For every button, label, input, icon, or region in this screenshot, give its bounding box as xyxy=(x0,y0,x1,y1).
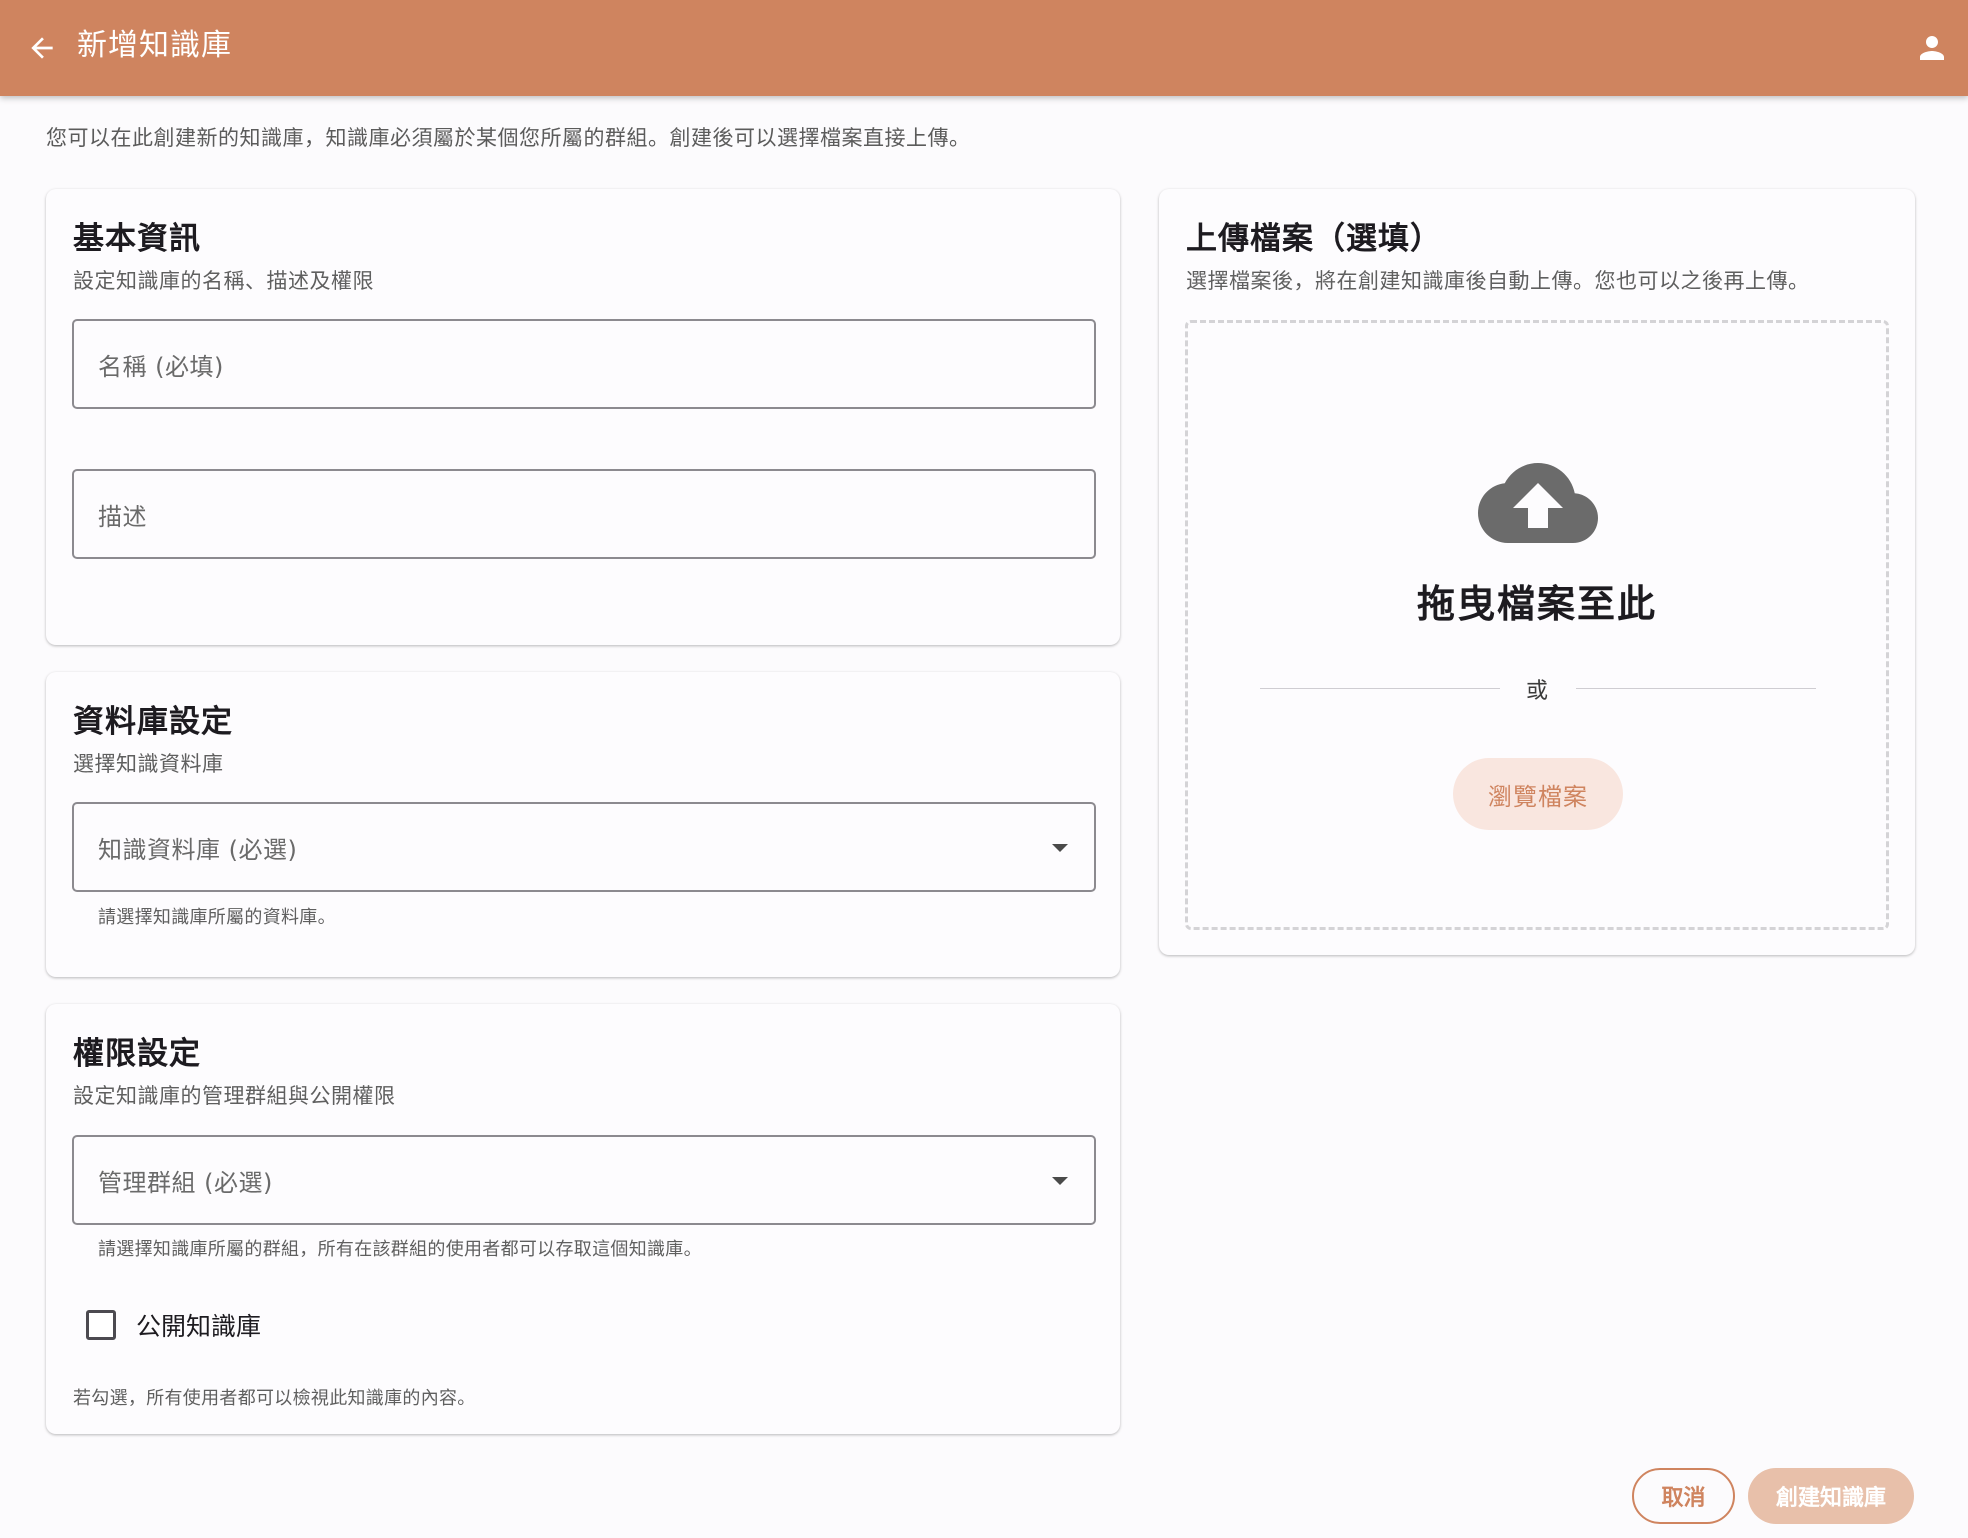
dropdown-arrow-icon xyxy=(1052,844,1068,852)
upload-subtitle: 選擇檔案後，將在創建知識庫後自動上傳。您也可以之後再上傳。 xyxy=(1186,269,1810,293)
manage-group-select-label: 管理群組 (必選) xyxy=(98,1169,273,1197)
name-input-placeholder: 名稱 (必填) xyxy=(98,353,224,381)
knowledge-database-helper: 請選擇知識庫所屬的資料庫。 xyxy=(98,907,336,928)
upload-card: 上傳檔案（選填） 選擇檔案後，將在創建知識庫後自動上傳。您也可以之後再上傳。 拖… xyxy=(1159,189,1915,955)
public-knowledge-helper: 若勾選，所有使用者都可以檢視此知識庫的內容。 xyxy=(73,1388,476,1409)
cloud-upload-icon xyxy=(1478,463,1598,543)
name-input[interactable]: 名稱 (必填) xyxy=(72,319,1096,409)
person-icon xyxy=(1920,36,1944,60)
manage-group-helper: 請選擇知識庫所屬的群組，所有在該群組的使用者都可以存取這個知識庫。 xyxy=(98,1239,702,1260)
cancel-button[interactable]: 取消 xyxy=(1632,1468,1735,1524)
file-dropzone[interactable]: 拖曳檔案至此 或 瀏覽檔案 xyxy=(1185,320,1889,930)
basic-info-card: 基本資訊 設定知識庫的名稱、描述及權限 名稱 (必填) 描述 xyxy=(46,189,1120,645)
public-knowledge-checkbox-label: 公開知識庫 xyxy=(136,1312,262,1341)
upload-title: 上傳檔案（選填） xyxy=(1186,221,1442,257)
knowledge-database-select-label: 知識資料庫 (必選) xyxy=(98,836,298,864)
database-settings-title: 資料庫設定 xyxy=(73,704,233,740)
create-knowledge-base-button[interactable]: 創建知識庫 xyxy=(1748,1468,1914,1524)
arrow-back-icon xyxy=(31,37,53,59)
knowledge-database-select[interactable]: 知識資料庫 (必選) xyxy=(72,802,1096,892)
divider-right xyxy=(1576,688,1816,689)
database-settings-card: 資料庫設定 選擇知識資料庫 知識資料庫 (必選) 請選擇知識庫所屬的資料庫。 xyxy=(46,672,1120,977)
description-input[interactable]: 描述 xyxy=(72,469,1096,559)
back-button[interactable] xyxy=(18,24,66,72)
page-title: 新增知識庫 xyxy=(77,28,232,63)
account-button[interactable] xyxy=(1906,22,1958,74)
drop-title: 拖曳檔案至此 xyxy=(1416,582,1657,626)
description-input-placeholder: 描述 xyxy=(98,503,147,531)
manage-group-select[interactable]: 管理群組 (必選) xyxy=(72,1135,1096,1225)
divider-or: 或 xyxy=(1525,679,1548,704)
permission-settings-subtitle: 設定知識庫的管理群組與公開權限 xyxy=(73,1084,396,1108)
basic-info-title: 基本資訊 xyxy=(73,221,201,257)
permission-settings-card: 權限設定 設定知識庫的管理群組與公開權限 管理群組 (必選) 請選擇知識庫所屬的… xyxy=(46,1004,1120,1434)
browse-files-button[interactable]: 瀏覽檔案 xyxy=(1453,758,1623,830)
app-bar: 新增知識庫 xyxy=(0,0,1968,96)
dropdown-arrow-icon xyxy=(1052,1177,1068,1185)
database-settings-subtitle: 選擇知識資料庫 xyxy=(73,752,224,776)
basic-info-subtitle: 設定知識庫的名稱、描述及權限 xyxy=(73,269,374,293)
public-knowledge-checkbox-row[interactable]: 公開知識庫 xyxy=(86,1307,261,1343)
public-knowledge-checkbox[interactable] xyxy=(86,1310,116,1340)
permission-settings-title: 權限設定 xyxy=(73,1036,201,1072)
page-intro: 您可以在此創建新的知識庫，知識庫必須屬於某個您所屬的群組。創建後可以選擇檔案直接… xyxy=(46,126,971,150)
